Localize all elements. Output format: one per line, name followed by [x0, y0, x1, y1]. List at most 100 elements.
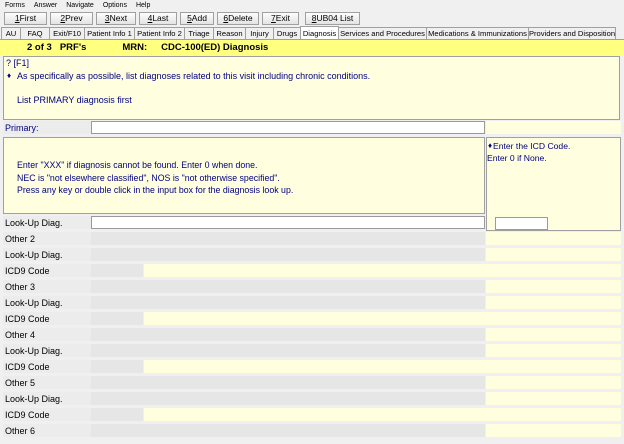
instruction-panel: ? [F1] ♦ As specifically as possible, li…: [3, 56, 620, 120]
icd9-code-4-input[interactable]: [144, 360, 621, 373]
icd9-code-3-input[interactable]: [144, 312, 621, 325]
next-button[interactable]: 3 Next: [96, 11, 136, 25]
other-5-row: Other 5: [0, 376, 624, 391]
lookup-diag-5-label: Look-Up Diag.: [3, 392, 91, 405]
lookup-diag-4-label: Look-Up Diag.: [3, 344, 91, 357]
icd-help-line-2: Enter 0 if None.: [487, 153, 547, 163]
lookup-diag-4-filler: [486, 344, 621, 357]
icd9-code-4-label: ICD9 Code: [3, 360, 91, 373]
tab-patient-info-1[interactable]: Patient Info 1: [84, 27, 135, 39]
instruction-line-2: List PRIMARY diagnosis first: [17, 95, 132, 105]
last-button[interactable]: 4 Last: [139, 11, 177, 25]
icd-bullet-icon: ♦: [488, 141, 493, 150]
bullet-icon: ♦: [7, 71, 12, 80]
lookup-diag-3-input[interactable]: [91, 296, 485, 309]
help-line-2: NEC is "not elsewhere classified", NOS i…: [17, 173, 280, 183]
tab-patient-info-2[interactable]: Patient Info 2: [134, 27, 185, 39]
tab-injury[interactable]: Injury: [245, 27, 274, 39]
first-button[interactable]: 1 First: [4, 11, 47, 25]
lookup-diag-input[interactable]: [91, 216, 485, 229]
help-panel: Enter "XXX" if diagnosis cannot be found…: [3, 137, 485, 214]
record-header: 2 of 3 PRF's MRN: CDC-100(ED) Diagnosis: [0, 40, 624, 55]
primary-filler: [486, 121, 621, 134]
question-id: ? [F1]: [6, 58, 30, 68]
other-2-filler: [486, 232, 621, 245]
primary-input[interactable]: [91, 121, 485, 134]
help-line-1: Enter "XXX" if diagnosis cannot be found…: [17, 160, 258, 170]
other-3-input[interactable]: [91, 280, 485, 293]
other-6-row: Other 6: [0, 424, 624, 439]
instruction-line-1: As specifically as possible, list diagno…: [17, 71, 371, 81]
primary-label: Primary:: [3, 121, 91, 134]
ub04-list-button[interactable]: 8 UB04 List: [305, 11, 360, 25]
lookup-diag-5-row: Look-Up Diag.: [0, 392, 624, 407]
mrn-value: CDC-100(ED) Diagnosis: [161, 42, 269, 53]
lookup-diag-row: Look-Up Diag.: [0, 216, 624, 231]
help-line-3: Press any key or double click in the inp…: [17, 185, 294, 195]
other-2-row: Other 2: [0, 232, 624, 247]
lookup-diag-2-row: Look-Up Diag.: [0, 248, 624, 263]
prev-button[interactable]: 2 Prev: [50, 11, 93, 25]
icd9-code-4-row: ICD9 Code: [0, 360, 624, 375]
lookup-diag-4-input[interactable]: [91, 344, 485, 357]
other-3-filler: [486, 280, 621, 293]
icd9-code-3-gap: [91, 312, 143, 325]
other-5-filler: [486, 376, 621, 389]
delete-button[interactable]: 6 Delete: [217, 11, 259, 25]
icd9-code-3-label: ICD9 Code: [3, 312, 91, 325]
other-2-label: Other 2: [3, 232, 91, 245]
other-6-input[interactable]: [91, 424, 485, 437]
primary-row: Primary:: [0, 121, 624, 136]
record-counter: 2 of 3: [27, 42, 52, 53]
menu-answer[interactable]: Answer: [34, 2, 57, 9]
lookup-diag-3-row: Look-Up Diag.: [0, 296, 624, 311]
tab-diagnosis[interactable]: Diagnosis: [300, 26, 339, 39]
tab-exit-f10[interactable]: Exit/F10: [49, 27, 85, 39]
lookup-diag-2-filler: [486, 248, 621, 261]
icd9-code-4-gap: [91, 360, 143, 373]
other-4-input[interactable]: [91, 328, 485, 341]
other-5-input[interactable]: [91, 376, 485, 389]
other-5-label: Other 5: [3, 376, 91, 389]
other-2-input[interactable]: [91, 232, 485, 245]
icd9-code-5-input[interactable]: [144, 408, 621, 421]
add-button[interactable]: 5 Add: [180, 11, 214, 25]
tab-medications-immunizations[interactable]: Medications & Immunizations: [426, 27, 529, 39]
lookup-diag-2-input[interactable]: [91, 248, 485, 261]
icd9-code-2-gap: [91, 264, 143, 277]
menu-navigate[interactable]: Navigate: [66, 2, 94, 9]
tab-faq[interactable]: FAQ: [20, 27, 50, 39]
icd-help-line-1: Enter the ICD Code.: [493, 141, 571, 151]
other-4-row: Other 4: [0, 328, 624, 343]
lookup-diag-5-filler: [486, 392, 621, 405]
other-3-row: Other 3: [0, 280, 624, 295]
lookup-diag-2-label: Look-Up Diag.: [3, 248, 91, 261]
exit-button[interactable]: 7 Exit: [262, 11, 299, 25]
tab-drugs[interactable]: Drugs: [273, 27, 301, 39]
menu-options[interactable]: Options: [103, 2, 127, 9]
lookup-diag-3-label: Look-Up Diag.: [3, 296, 91, 309]
icd9-code-3-row: ICD9 Code: [0, 312, 624, 327]
lookup-diag-label: Look-Up Diag.: [3, 216, 91, 229]
icd9-code-2-input[interactable]: [144, 264, 621, 277]
icd9-code-5-label: ICD9 Code: [3, 408, 91, 421]
tab-triage[interactable]: Triage: [184, 27, 214, 39]
icd9-code-2-label: ICD9 Code: [3, 264, 91, 277]
menu-forms[interactable]: Forms: [5, 2, 25, 9]
menu-help[interactable]: Help: [136, 2, 150, 9]
tab-reason[interactable]: Reason: [213, 27, 246, 39]
other-4-filler: [486, 328, 621, 341]
other-6-label: Other 6: [3, 424, 91, 437]
toolbar: 1 First 2 Prev 3 Next 4 Last 5 Add 6 Del…: [0, 10, 624, 26]
tab-providers-and-disposition[interactable]: Providers and Disposition: [528, 27, 616, 39]
icd9-code-2-row: ICD9 Code: [0, 264, 624, 279]
icd9-code-5-row: ICD9 Code: [0, 408, 624, 423]
tab-au[interactable]: AU: [1, 27, 21, 39]
tab-strip: AU FAQ Exit/F10 Patient Info 1 Patient I…: [0, 26, 624, 40]
form-name: PRF's: [59, 42, 87, 53]
menu-bar: Forms Answer Navigate Options Help: [0, 0, 624, 10]
icd9-code-5-gap: [91, 408, 143, 421]
tab-services-and-procedures[interactable]: Services and Procedures: [338, 27, 427, 39]
mrn-label: MRN:: [122, 42, 148, 53]
lookup-diag-5-input[interactable]: [91, 392, 485, 405]
